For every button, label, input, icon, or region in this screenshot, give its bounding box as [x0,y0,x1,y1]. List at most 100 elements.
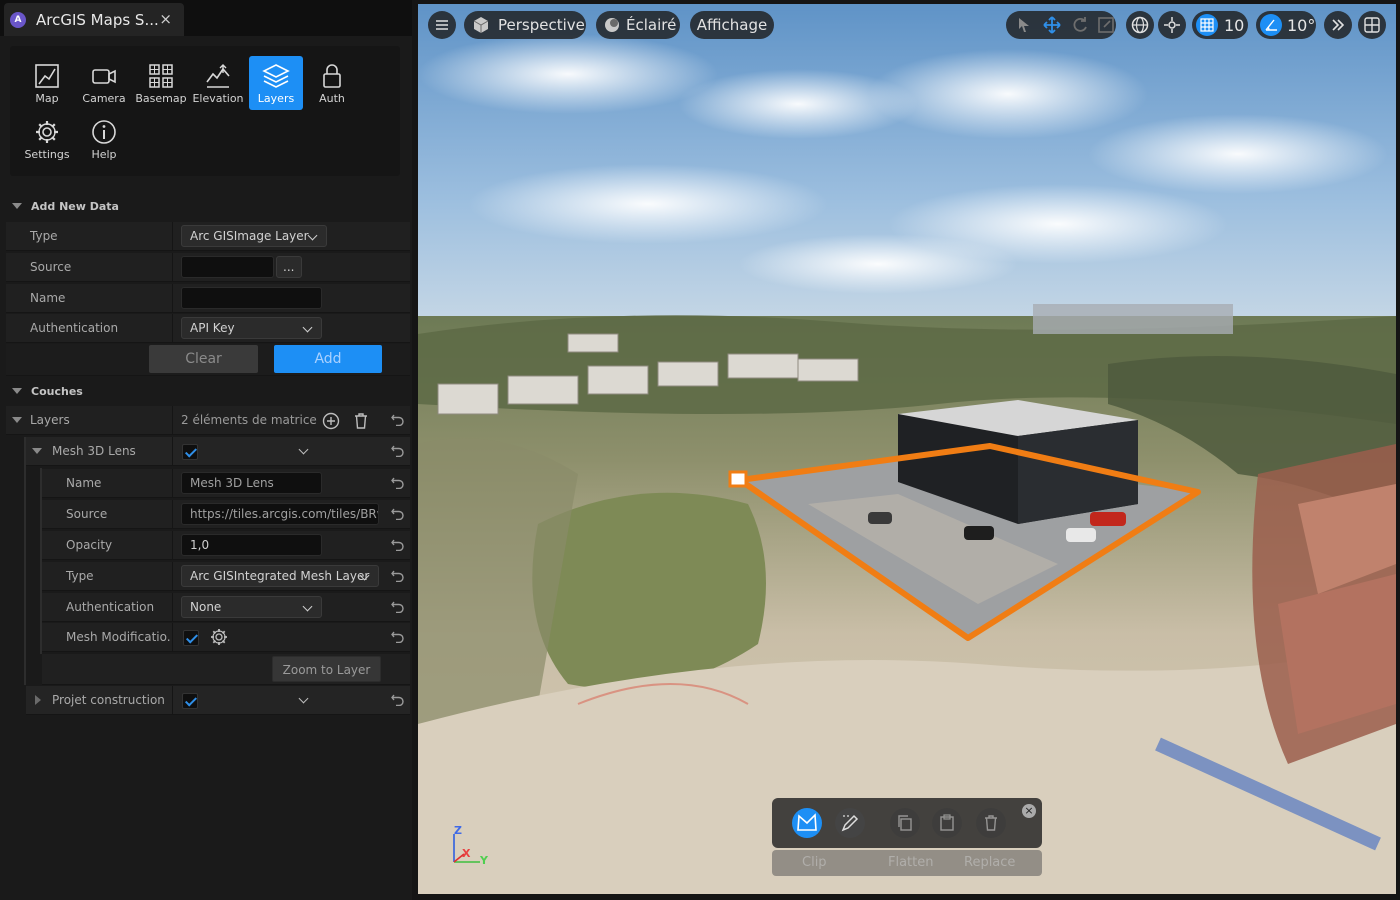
revert-icon[interactable] [391,538,404,551]
grid-snap-toggle[interactable] [1196,14,1218,36]
section-add-new-data[interactable]: Add New Data [0,192,412,220]
show-menu-button[interactable]: Affichage [690,11,774,39]
source-input[interactable] [181,256,274,278]
panel-tab[interactable]: A ArcGIS Maps S... × [4,3,184,36]
revert-icon[interactable] [391,476,404,489]
expand-icon[interactable] [35,695,41,705]
axis-y-label: Y [480,854,488,867]
viewport-menu-button[interactable] [428,11,456,39]
browse-button[interactable]: ... [276,256,302,278]
collapse-icon[interactable] [12,417,22,423]
mesh-visible-checkbox[interactable] [182,444,198,460]
elevation-icon [206,64,230,88]
delete-shape-button[interactable] [976,808,1006,838]
flatten-mode-label[interactable]: Flatten [888,855,934,870]
row-mesh-source: Source https://tiles.arcgis.com/tiles/BR… [42,500,410,529]
tool-elevation[interactable]: Elevation [191,56,245,110]
revert-icon[interactable] [391,444,404,457]
revert-icon[interactable] [391,693,404,706]
tool-settings[interactable]: Settings [20,112,74,166]
mesh-opacity-input[interactable]: 1,0 [181,534,322,556]
more-options-button[interactable] [1324,11,1352,39]
select-cursor-icon[interactable] [1014,15,1034,35]
mesh-modification-toolbar: × [772,798,1042,848]
tool-auth[interactable]: Auth [305,56,359,110]
angle-snap-value[interactable]: 10° [1287,16,1315,35]
lit-sphere-icon [605,18,619,32]
tool-help[interactable]: Help [77,112,131,166]
tab-bar: A ArcGIS Maps S... × [0,0,412,36]
tool-camera[interactable]: Camera [77,56,131,110]
camera-icon [92,69,116,84]
edit-shape-button[interactable] [835,808,865,838]
section-couches[interactable]: Couches [0,377,412,405]
revert-icon[interactable] [391,569,404,582]
arcgis-panel: A ArcGIS Maps S... × Map Camera Basemap … [0,0,412,900]
clear-button[interactable]: Clear [149,345,258,373]
3d-viewport[interactable]: Perspective Éclairé Affichage 10 10° × C… [418,4,1396,894]
axis-x-label: X [462,847,471,860]
draw-polygon-button[interactable] [792,808,822,838]
project-visible-checkbox[interactable] [182,693,198,709]
trash-icon[interactable] [353,412,369,430]
close-toolbar-icon[interactable]: × [1022,804,1036,818]
chevron-down-icon [302,322,313,333]
add-element-icon[interactable] [322,412,340,430]
hamburger-icon [436,20,448,30]
chevron-down-icon[interactable] [298,693,309,704]
mesh-name-input[interactable]: Mesh 3D Lens [181,472,322,494]
revert-icon[interactable] [391,507,404,520]
row-source: Source ... [6,253,410,282]
mesh-type-dropdown[interactable]: Arc GISIntegrated Mesh Layer [181,565,379,587]
mesh-modification-checkbox[interactable] [183,630,199,646]
paste-shape-button[interactable] [932,808,962,838]
revert-icon[interactable] [391,413,404,426]
replace-mode-label[interactable]: Replace [964,855,1015,870]
scene-render [418,4,1396,894]
mesh-authentication-dropdown[interactable]: None [181,596,322,618]
move-icon[interactable] [1042,15,1062,35]
app-window: A ArcGIS Maps S... × Map Camera Basemap … [0,0,1400,900]
rotate-icon[interactable] [1070,15,1090,35]
scale-icon[interactable] [1096,15,1116,35]
transform-tools [1006,11,1116,39]
chevron-down-icon[interactable] [298,444,309,455]
mesh-source-input[interactable]: https://tiles.arcgis.com/tiles/BRw [181,503,379,525]
basemap-icon [149,64,173,88]
close-icon[interactable]: × [159,10,172,28]
revert-icon[interactable] [391,630,404,643]
revert-icon[interactable] [391,600,404,613]
collapse-icon[interactable] [32,448,42,454]
axis-z-label: Z [454,824,462,837]
snap-icon [1164,17,1180,33]
gear-icon[interactable] [210,628,228,646]
grid-snap-group[interactable]: 10 [1192,11,1248,39]
perspective-button[interactable]: Perspective [464,11,586,39]
row-name: Name [6,284,410,313]
lock-icon [323,64,341,88]
globe-icon [1131,16,1149,34]
layout-button[interactable] [1358,11,1386,39]
grid-snap-value[interactable]: 10 [1224,16,1244,35]
type-dropdown[interactable]: Arc GISImage Layer [181,225,327,247]
zoom-to-layer-button[interactable]: Zoom to Layer [272,656,381,682]
collapse-icon [12,203,22,209]
clip-mode-label[interactable]: Clip [802,855,827,870]
tool-layers[interactable]: Layers [249,56,303,110]
row-mesh-type: Type Arc GISIntegrated Mesh Layer [42,562,410,591]
add-button[interactable]: Add [274,345,382,373]
row-authentication: Authentication API Key [6,314,410,343]
angle-snap-toggle[interactable] [1260,14,1282,36]
tool-map[interactable]: Map [20,56,74,110]
authentication-dropdown[interactable]: API Key [181,317,322,339]
row-zoom: Zoom to Layer [42,654,410,685]
row-actions: Clear Add [6,344,410,376]
copy-shape-button[interactable] [890,808,920,838]
gear-icon [36,121,58,143]
angle-snap-group[interactable]: 10° [1256,11,1316,39]
surface-snap-button[interactable] [1158,11,1186,39]
world-space-button[interactable] [1126,11,1154,39]
tool-basemap[interactable]: Basemap [134,56,188,110]
name-input[interactable] [181,287,322,309]
lit-mode-button[interactable]: Éclairé [596,11,680,39]
